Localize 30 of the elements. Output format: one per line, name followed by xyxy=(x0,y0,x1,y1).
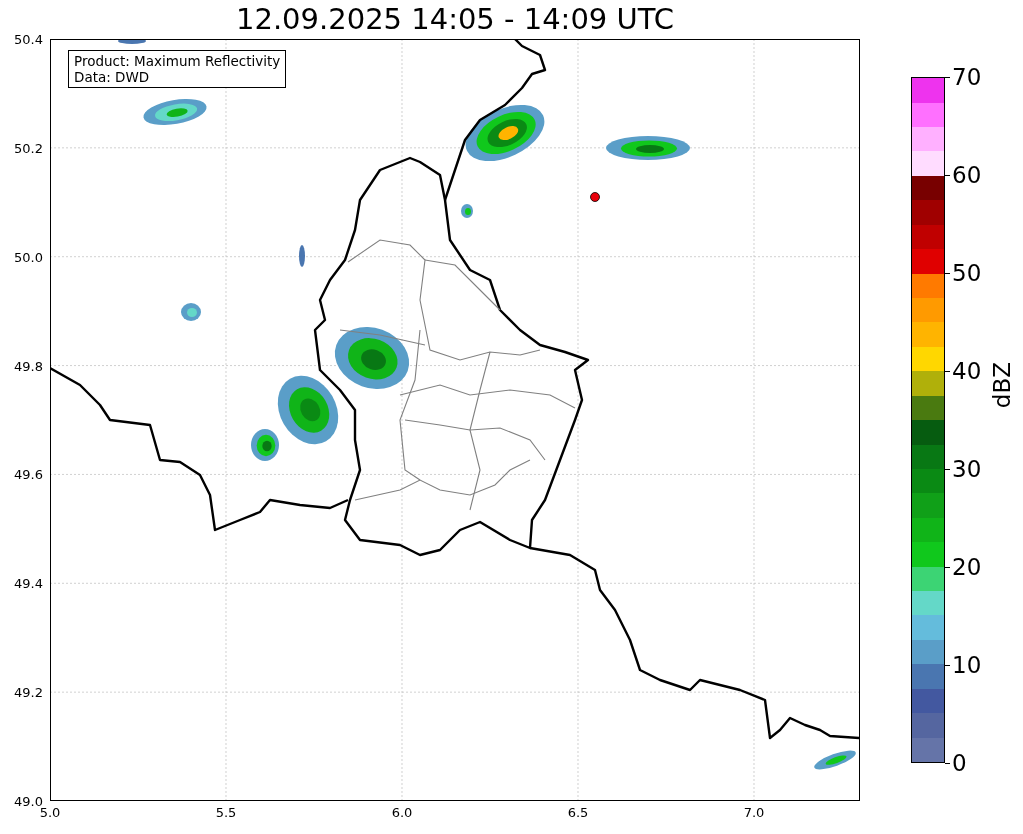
chart-title: 12.09.2025 14:05 - 14:09 UTC xyxy=(235,1,675,38)
y-tick-label: 49.4 xyxy=(14,575,43,591)
y-tick-label: 49.8 xyxy=(14,358,43,374)
radar-echo xyxy=(299,245,305,267)
radar-echo xyxy=(814,750,856,770)
x-tick-label: 7.0 xyxy=(743,805,765,820)
y-tick-label: 50.2 xyxy=(14,140,43,156)
colorbar-tick-label: 50 xyxy=(952,260,982,286)
radar-echo xyxy=(181,303,201,321)
colorbar-tick-label: 10 xyxy=(952,652,982,678)
radar-echo xyxy=(461,204,473,218)
y-tick-label: 50.0 xyxy=(14,249,43,265)
colorbar-tick-label: 30 xyxy=(952,456,982,482)
radar-echo xyxy=(118,40,146,44)
x-tick-label: 6.0 xyxy=(391,805,413,820)
y-tick-label: 49.6 xyxy=(14,466,43,482)
x-tick-label: 5.5 xyxy=(215,805,237,820)
radar-echo xyxy=(143,98,207,126)
info-text: Data: DWD xyxy=(74,69,151,85)
location-marker xyxy=(590,192,600,202)
colorbar-tick-label: 0 xyxy=(952,750,967,776)
colorbar-label: dBZ xyxy=(989,361,1015,409)
info-text: Product: Maximum Reflectivity xyxy=(74,53,281,69)
x-tick-label: 6.5 xyxy=(567,805,589,820)
colorbar-tick-label: 60 xyxy=(952,162,982,188)
colorbar-tick-label: 20 xyxy=(952,554,982,580)
colorbar-tick-label: 70 xyxy=(952,64,982,90)
y-tick-label: 49.2 xyxy=(14,684,43,700)
colorbar-tick-label: 40 xyxy=(952,358,982,384)
y-tick-label: 50.4 xyxy=(14,31,43,47)
